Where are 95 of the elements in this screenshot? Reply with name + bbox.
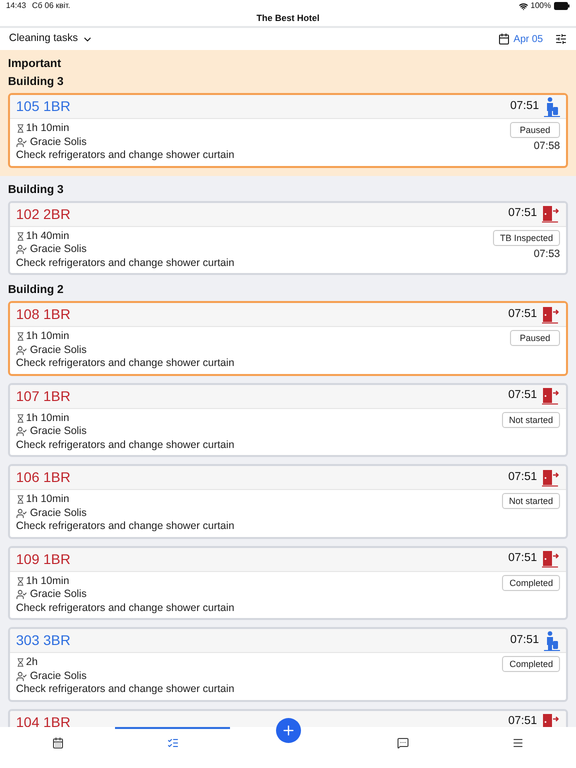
hourglass-icon <box>16 124 25 134</box>
door-exit-icon <box>542 205 560 223</box>
room-name: 104 1BR <box>16 712 70 727</box>
hourglass-icon <box>16 232 25 241</box>
filter-icon[interactable] <box>555 33 567 45</box>
assignee: Gracie Solis <box>30 425 87 438</box>
duration: 1h 10min <box>26 330 70 344</box>
task-time: 07:51 <box>508 470 537 485</box>
task-note: Check refrigerators and change shower curtain <box>16 520 234 534</box>
hourglass-icon <box>16 658 25 668</box>
section-title: Important <box>8 57 62 71</box>
task-time: 07:51 <box>508 388 537 404</box>
room-name: 102 2BR <box>16 204 70 224</box>
list-icon <box>166 737 179 749</box>
task-card[interactable]: 303 3BR 07:51 2h Gracie Solis Check refrigerators and change shower curtain Completed <box>8 627 568 702</box>
duration: 1h 10min <box>26 122 70 136</box>
building-heading: Building 2 <box>8 283 65 297</box>
task-time: 07:51 <box>508 306 537 322</box>
task-time: 07:51 <box>510 98 539 114</box>
assignee: Gracie Solis <box>30 670 87 683</box>
door-exit-icon <box>542 306 560 324</box>
wifi-icon <box>518 2 528 10</box>
assignee: Gracie Solis <box>30 136 87 149</box>
user-check-icon <box>16 244 27 256</box>
user-check-icon <box>16 589 27 600</box>
room-name: 107 1BR <box>16 386 70 406</box>
clock: 14:43 <box>6 0 26 12</box>
room-name: 109 1BR <box>16 550 70 568</box>
task-card[interactable]: 106 1BR 07:51 1h 10min Gracie Solis Check refrigerators and change shower curtain Not started <box>8 464 568 538</box>
task-time: 07:51 <box>510 632 539 648</box>
hourglass-icon <box>16 495 25 504</box>
user-check-icon <box>16 670 27 682</box>
building-heading: Building 3 <box>8 75 65 89</box>
status-badge: Completed <box>502 574 560 590</box>
user-check-icon <box>16 136 27 148</box>
room-name: 303 3BR <box>16 631 70 650</box>
task-note: Check refrigerators and change shower curtain <box>16 357 234 370</box>
task-card[interactable]: 105 1BR 07:51 1h 10min Gracie Solis Check refrigerators and change shower curtain Paused 07:58 <box>8 93 568 168</box>
status-badge: Not started <box>502 412 560 428</box>
status-time: 07:58 <box>534 140 560 154</box>
door-exit-icon <box>542 468 560 486</box>
room-name: 106 1BR <box>16 468 70 487</box>
room-name: 105 1BR <box>16 97 70 116</box>
calendar-icon <box>498 33 510 45</box>
battery-icon <box>554 2 570 10</box>
status-badge: TB Inspected <box>492 230 560 246</box>
status-badge: Completed <box>502 656 560 672</box>
building-heading: Building 3 <box>8 182 65 196</box>
status-date: Сб 06 квіт. <box>32 0 70 12</box>
view-dropdown[interactable]: Cleaning tasks <box>9 31 93 47</box>
task-time: 07:51 <box>508 714 537 727</box>
task-note: Check refrigerators and change shower curtain <box>16 683 234 696</box>
traveler-with-luggage-icon <box>544 96 560 116</box>
door-exit-icon <box>542 387 560 405</box>
hourglass-icon <box>16 332 25 342</box>
duration: 1h 40min <box>26 230 70 243</box>
chat-icon <box>397 737 410 749</box>
assignee: Gracie Solis <box>30 506 87 520</box>
task-card[interactable]: 109 1BR 07:51 1h 10min Gracie Solis Check refrigerators and change shower curtain Completed <box>8 546 568 620</box>
status-time: 07:53 <box>534 248 560 261</box>
task-card[interactable]: 107 1BR 07:51 1h 10min Gracie Solis Check refrigerators and change shower curtain Not started <box>8 382 568 457</box>
status-badge: Paused <box>510 122 560 138</box>
duration: 2h <box>26 656 38 670</box>
task-card[interactable]: 104 1BR 07:51 <box>8 708 568 727</box>
status-badge: Not started <box>502 493 560 509</box>
plus-icon <box>280 723 296 738</box>
task-time: 07:51 <box>508 206 537 222</box>
assignee: Gracie Solis <box>30 344 87 357</box>
task-note: Check refrigerators and change shower curtain <box>16 149 234 162</box>
task-note: Check refrigerators and change shower curtain <box>16 438 234 452</box>
duration: 1h 10min <box>26 574 70 588</box>
assignee: Gracie Solis <box>30 243 87 256</box>
battery-level: 100% <box>530 0 551 12</box>
menu-icon <box>512 737 524 749</box>
task-card[interactable]: 102 2BR 07:51 1h 40min Gracie Solis Check refrigerators and change shower curtain TB Inspected 07:53 <box>8 200 568 275</box>
date-picker[interactable]: Apr 05 <box>498 32 543 46</box>
app-title: The Best Hotel <box>256 12 320 24</box>
add-button[interactable] <box>276 718 300 743</box>
door-exit-icon <box>542 550 560 568</box>
task-note: Check refrigerators and change shower curtain <box>16 602 234 615</box>
assignee: Gracie Solis <box>30 588 87 602</box>
task-note: Check refrigerators and change shower curtain <box>16 256 234 270</box>
traveler-with-luggage-icon <box>544 630 560 650</box>
hourglass-icon <box>16 414 25 423</box>
task-time: 07:51 <box>508 551 537 566</box>
user-check-icon <box>16 344 27 356</box>
duration: 1h 10min <box>26 412 70 425</box>
task-card[interactable]: 108 1BR 07:51 1h 10min Gracie Solis Check refrigerators and change shower curtain Paused <box>8 301 568 376</box>
room-name: 108 1BR <box>16 305 70 324</box>
user-check-icon <box>16 426 27 438</box>
status-badge: Paused <box>510 330 560 346</box>
user-check-icon <box>16 508 27 519</box>
hourglass-icon <box>16 576 25 586</box>
calendar-icon <box>52 737 64 749</box>
duration: 1h 10min <box>26 493 70 506</box>
